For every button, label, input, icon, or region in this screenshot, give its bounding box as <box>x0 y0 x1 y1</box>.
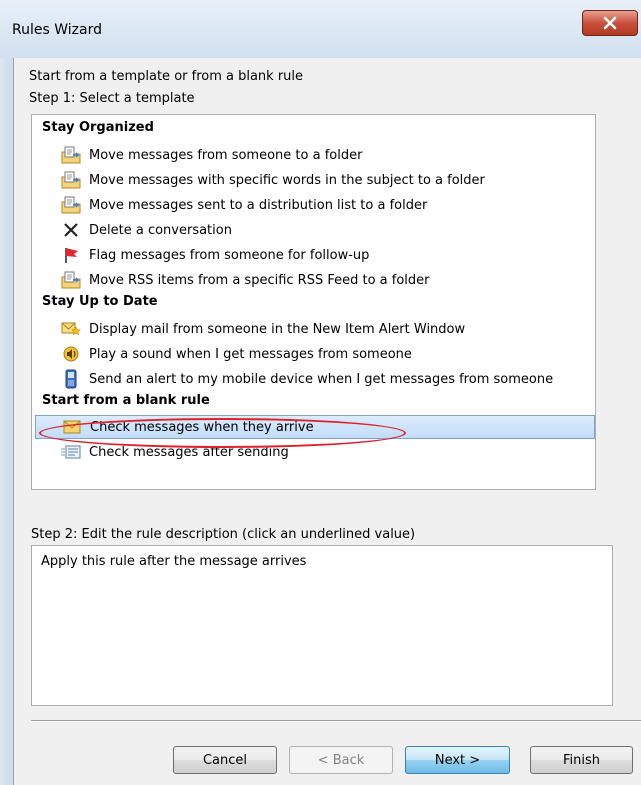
close-button[interactable] <box>582 10 638 36</box>
template-item[interactable]: Play a sound when I get messages from so… <box>60 342 590 366</box>
template-item[interactable]: Move messages with specific words in the… <box>60 168 590 192</box>
template-item[interactable]: Flag messages from someone for follow-up <box>60 243 590 267</box>
title-bar: Rules Wizard <box>0 0 641 58</box>
flag-icon <box>60 245 82 265</box>
close-icon <box>603 16 617 30</box>
template-item-label: Send an alert to my mobile device when I… <box>89 371 554 387</box>
template-item[interactable]: Move messages sent to a distribution lis… <box>60 193 590 217</box>
template-item-label: Check messages when they arrive <box>90 419 314 435</box>
envelope-icon <box>61 417 83 437</box>
template-item[interactable]: Send an alert to my mobile device when I… <box>60 367 590 391</box>
delete-x-icon <box>60 220 82 240</box>
template-item-label: Delete a conversation <box>89 222 232 238</box>
template-item[interactable]: Delete a conversation <box>60 218 590 242</box>
finish-button[interactable]: Finish <box>530 746 633 774</box>
template-item-label: Display mail from someone in the New Ite… <box>89 321 466 337</box>
template-item-label: Move messages with specific words in the… <box>89 172 485 188</box>
template-item-label: Check messages after sending <box>89 444 289 460</box>
template-item-label: Move messages sent to a distribution lis… <box>89 197 428 213</box>
separator <box>31 720 641 722</box>
move-to-folder-icon <box>60 195 82 215</box>
intro-text: Start from a template or from a blank ru… <box>29 69 304 84</box>
template-item-label: Flag messages from someone for follow-up <box>89 247 370 263</box>
alert-window-icon <box>60 319 82 339</box>
template-item[interactable]: Check messages after sending <box>60 440 590 464</box>
group-header-stay-organized: Stay Organized <box>42 120 154 135</box>
back-button[interactable]: < Back <box>289 746 393 774</box>
group-header-stay-up-to-date: Stay Up to Date <box>42 294 158 309</box>
template-item-label: Play a sound when I get messages from so… <box>89 346 412 362</box>
move-to-folder-icon <box>60 270 82 290</box>
template-item[interactable]: Move RSS items from a specific RSS Feed … <box>60 268 590 292</box>
step2-label: Step 2: Edit the rule description (click… <box>31 527 416 542</box>
template-list[interactable]: Stay Organized Move messages from someon… <box>31 114 596 490</box>
window-title: Rules Wizard <box>12 22 102 38</box>
move-to-folder-icon <box>60 170 82 190</box>
template-item[interactable]: Move messages from someone to a folder <box>60 143 590 167</box>
step1-label: Step 1: Select a template <box>29 91 195 106</box>
window-frame-left <box>0 58 13 785</box>
move-to-folder-icon <box>60 145 82 165</box>
template-item-label: Move messages from someone to a folder <box>89 147 363 163</box>
mobile-device-icon <box>60 369 82 389</box>
template-item-selected[interactable]: Check messages when they arrive <box>35 415 595 439</box>
cancel-button[interactable]: Cancel <box>173 746 277 774</box>
rule-description-box[interactable]: Apply this rule after the message arrive… <box>31 545 613 706</box>
group-header-blank-rule: Start from a blank rule <box>42 393 210 408</box>
rule-description-text: Apply this rule after the message arrive… <box>41 554 307 569</box>
sent-message-icon <box>60 442 82 462</box>
template-item[interactable]: Display mail from someone in the New Ite… <box>60 317 590 341</box>
template-item-label: Move RSS items from a specific RSS Feed … <box>89 272 430 288</box>
sound-icon <box>60 344 82 364</box>
next-button[interactable]: Next > <box>405 746 510 774</box>
